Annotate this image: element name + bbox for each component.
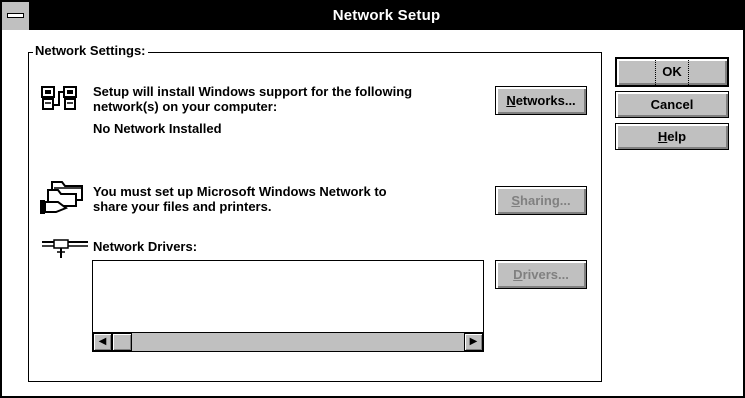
ok-button-label: OK — [655, 57, 689, 87]
scroll-thumb[interactable] — [112, 333, 132, 351]
cancel-button[interactable]: Cancel — [615, 91, 729, 118]
sharing-description-line2: share your files and printers. — [93, 199, 272, 214]
sharing-button-label: haring... — [520, 193, 571, 208]
sharing-description-line1: You must set up Microsoft Windows Networ… — [93, 184, 387, 199]
drivers-button-label: rivers... — [522, 267, 569, 282]
help-button-label: elp — [667, 129, 687, 144]
ok-button[interactable]: OK — [615, 57, 729, 87]
network-computers-icon — [41, 86, 77, 110]
network-cable-icon — [42, 239, 88, 258]
networks-description-line2: network(s) on your computer: — [93, 99, 278, 114]
networks-button[interactable]: Networks... — [495, 86, 587, 115]
horizontal-scrollbar[interactable]: ◀ ▶ — [93, 332, 483, 351]
left-arrow-icon[interactable]: ◀ — [93, 333, 112, 351]
help-button[interactable]: Help — [615, 123, 729, 150]
window-title: Network Setup — [332, 7, 441, 24]
networks-description-line1: Setup will install Windows support for t… — [93, 84, 413, 99]
networks-button-mnemonic: N — [506, 93, 516, 108]
system-menu-button[interactable] — [2, 2, 30, 30]
network-settings-label: Network Settings: — [33, 43, 148, 58]
right-arrow-icon[interactable]: ▶ — [464, 333, 483, 351]
drivers-button-mnemonic: D — [513, 267, 523, 282]
networks-button-label: etworks... — [515, 93, 576, 108]
shared-folder-hand-icon — [40, 181, 83, 214]
title-bar: Network Setup — [2, 2, 743, 30]
network-drivers-label: Network Drivers: — [93, 239, 198, 254]
cancel-button-label: Cancel — [650, 97, 694, 112]
sharing-button-mnemonic: S — [511, 193, 521, 208]
system-menu-icon — [7, 13, 24, 18]
network-setup-window: Network Setup Network Settings: Setup wi… — [0, 0, 745, 398]
drivers-button[interactable]: Drivers... — [495, 260, 587, 289]
network-drivers-list[interactable]: ◀ ▶ — [92, 260, 484, 352]
sharing-button[interactable]: Sharing... — [495, 186, 587, 215]
network-status-text: No Network Installed — [93, 121, 222, 136]
help-button-mnemonic: H — [657, 129, 668, 144]
